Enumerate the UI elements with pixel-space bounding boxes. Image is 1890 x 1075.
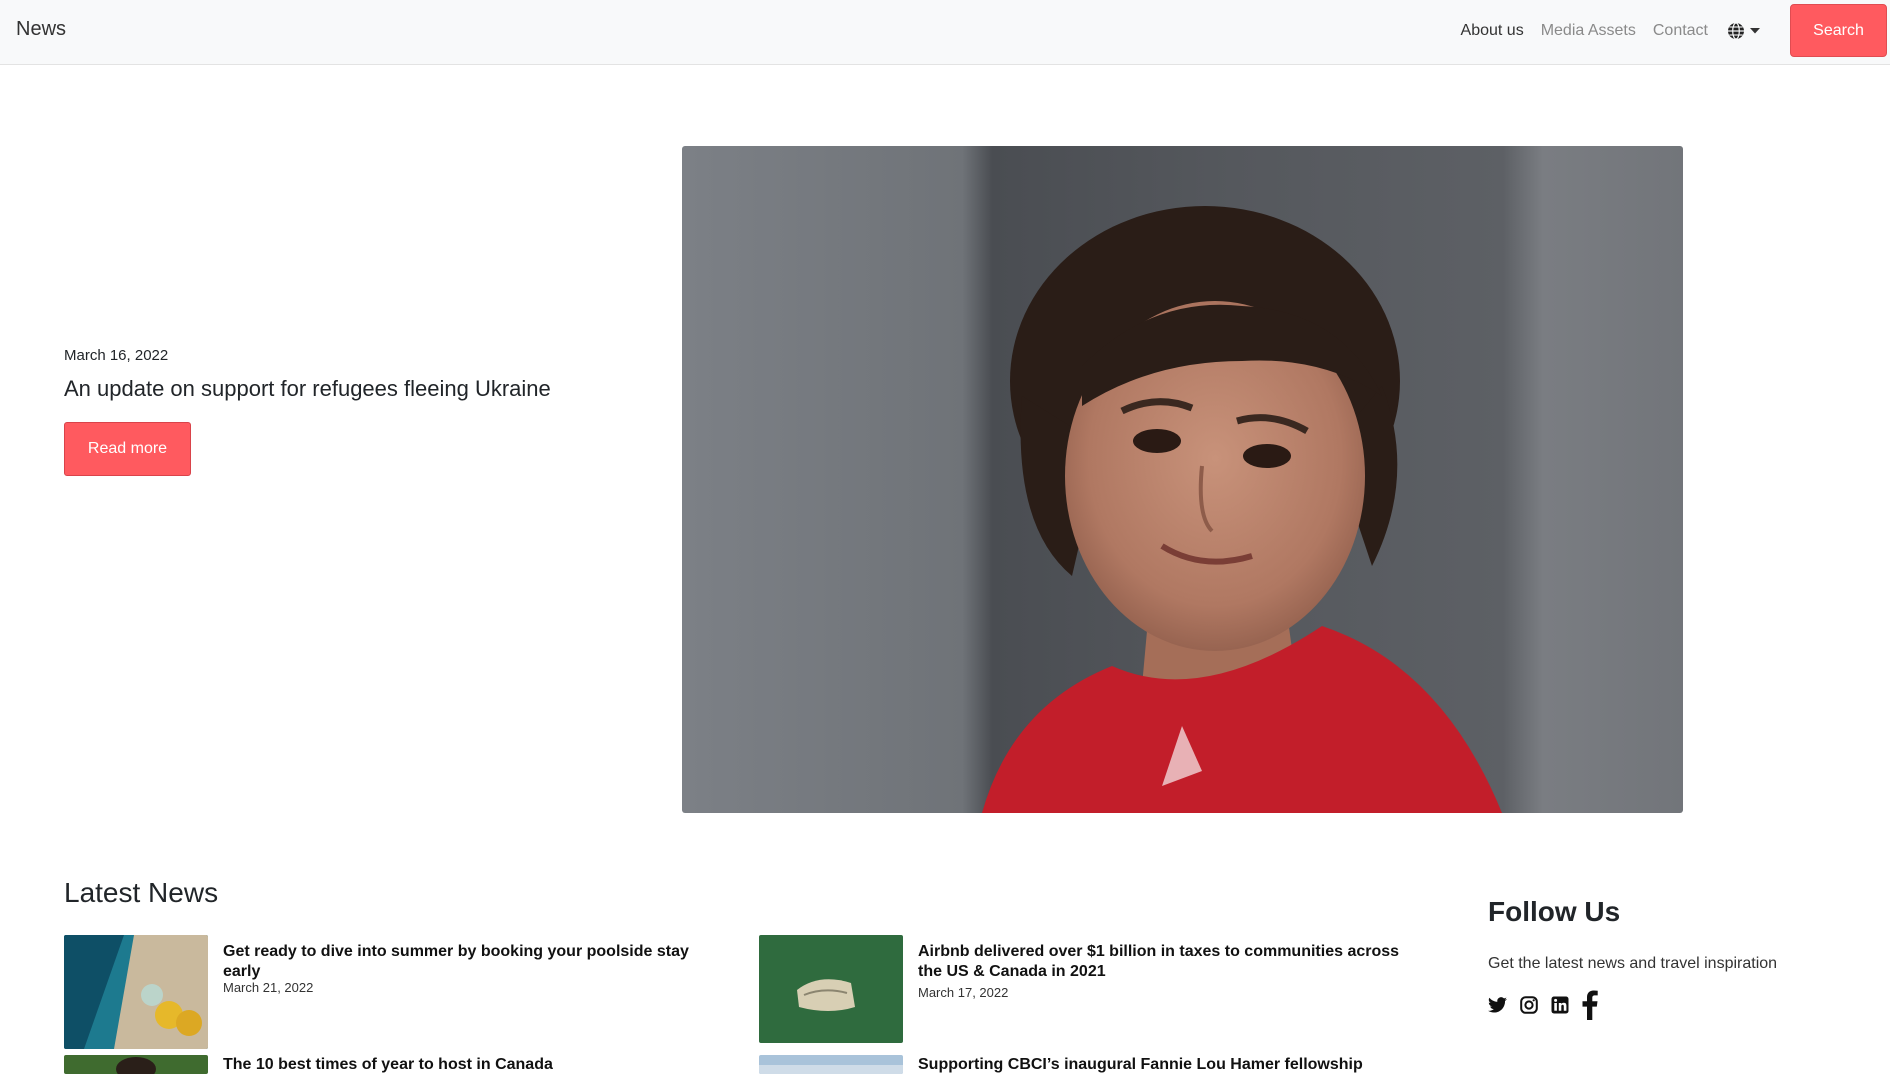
follow-us-text: Get the latest news and travel inspirati… bbox=[1488, 955, 1778, 972]
nav-link-about-us[interactable]: About us bbox=[1461, 22, 1524, 40]
instagram-icon[interactable] bbox=[1520, 996, 1538, 1014]
news-thumbnail bbox=[759, 1055, 903, 1074]
latest-news-heading: Latest News bbox=[64, 877, 219, 908]
news-thumbnail bbox=[64, 935, 208, 1049]
news-title[interactable]: Airbnb delivered over $1 billion in taxe… bbox=[918, 942, 1418, 982]
facebook-icon[interactable] bbox=[1582, 990, 1598, 1020]
brand-logo[interactable]: News bbox=[16, 18, 66, 41]
news-card[interactable]: Airbnb delivered over $1 billion in taxe… bbox=[759, 935, 1399, 1043]
search-button[interactable]: Search bbox=[1790, 4, 1887, 57]
hero-text: March 16, 2022 An update on support for … bbox=[64, 347, 624, 402]
news-date: March 21, 2022 bbox=[223, 980, 314, 995]
news-date: March 17, 2022 bbox=[918, 985, 1009, 1000]
linkedin-icon[interactable] bbox=[1551, 996, 1569, 1014]
news-title[interactable]: Supporting CBCI’s inaugural Fannie Lou H… bbox=[918, 1055, 1418, 1075]
top-navbar: News About us Media Assets Contact Searc… bbox=[0, 0, 1890, 65]
hero-image bbox=[682, 146, 1683, 813]
news-card[interactable]: Get ready to dive into summer by booking… bbox=[64, 935, 704, 1049]
read-more-button[interactable]: Read more bbox=[64, 422, 191, 476]
globe-icon bbox=[1727, 22, 1745, 40]
hero-date: March 16, 2022 bbox=[64, 347, 169, 364]
nav-link-media-assets[interactable]: Media Assets bbox=[1541, 22, 1636, 40]
nav-link-contact[interactable]: Contact bbox=[1653, 22, 1708, 40]
hero-title[interactable]: An update on support for refugees fleein… bbox=[64, 376, 624, 402]
news-thumbnail bbox=[759, 935, 903, 1043]
nav-links: About us Media Assets Contact bbox=[1461, 0, 1760, 62]
news-title[interactable]: The 10 best times of year to host in Can… bbox=[223, 1055, 703, 1075]
social-links bbox=[1488, 990, 1598, 1020]
news-thumbnail bbox=[64, 1055, 208, 1074]
news-title[interactable]: Get ready to dive into summer by booking… bbox=[223, 942, 703, 982]
twitter-icon[interactable] bbox=[1488, 997, 1507, 1013]
news-card[interactable]: Supporting CBCI’s inaugural Fannie Lou H… bbox=[759, 1055, 1399, 1075]
follow-us-heading: Follow Us bbox=[1488, 896, 1621, 927]
news-card[interactable]: The 10 best times of year to host in Can… bbox=[64, 1055, 704, 1075]
language-dropdown[interactable] bbox=[1727, 22, 1760, 40]
chevron-down-icon bbox=[1750, 28, 1760, 34]
